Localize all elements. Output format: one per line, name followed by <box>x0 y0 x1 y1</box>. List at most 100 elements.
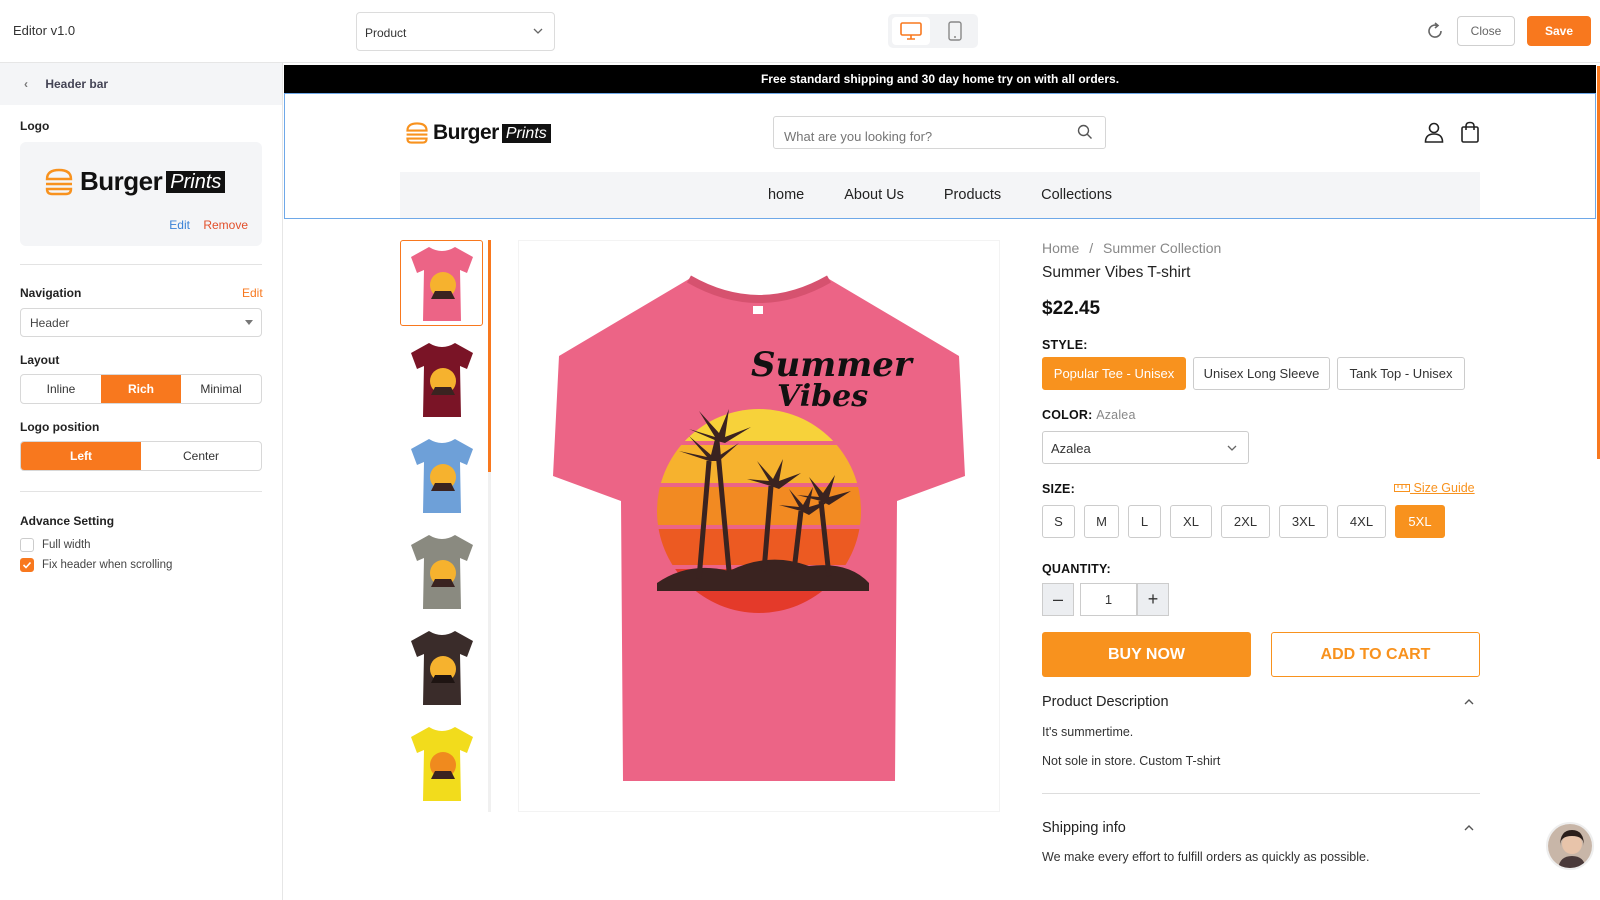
thumbnail[interactable] <box>400 432 483 518</box>
logo-position-segmented: Left Center <box>20 441 262 471</box>
layout-option-minimal[interactable]: Minimal <box>181 375 261 403</box>
nav-item-collections[interactable]: Collections <box>1041 187 1112 203</box>
desktop-view-button[interactable] <box>892 17 930 45</box>
shirt-print-subtitle: Vibes <box>777 379 868 414</box>
thumbnail[interactable] <box>400 624 483 710</box>
full-width-checkbox[interactable] <box>20 538 34 552</box>
buy-now-button[interactable]: BUY NOW <box>1042 632 1251 677</box>
product-title: Summer Vibes T-shirt <box>1042 264 1191 281</box>
description-line: Not sole in store. Custom T-shirt <box>1042 754 1221 768</box>
ruler-icon <box>1394 484 1410 492</box>
thumbnail[interactable] <box>400 720 483 806</box>
style-option[interactable]: Unisex Long Sleeve <box>1193 357 1330 390</box>
panel-header: ‹ Header bar <box>0 63 282 105</box>
size-option[interactable]: M <box>1084 505 1119 538</box>
size-option[interactable]: 4XL <box>1337 505 1386 538</box>
shopping-bag-icon[interactable] <box>1460 121 1480 143</box>
tshirt-thumbnail <box>410 535 473 609</box>
style-option[interactable]: Popular Tee - Unisex <box>1042 357 1186 390</box>
color-select-value: Azalea <box>1051 441 1091 456</box>
logo-actions: Edit Remove <box>169 218 248 232</box>
size-guide-link[interactable]: Size Guide <box>1394 481 1475 495</box>
fix-header-option[interactable]: Fix header when scrolling <box>20 558 172 572</box>
layout-option-rich[interactable]: Rich <box>101 375 181 403</box>
size-option[interactable]: 3XL <box>1279 505 1328 538</box>
store-preview: Free standard shipping and 30 day home t… <box>284 65 1600 900</box>
navigation-select[interactable]: Header <box>20 308 262 337</box>
store-navigation: home About Us Products Collections <box>400 172 1480 218</box>
nav-item-products[interactable]: Products <box>944 187 1001 203</box>
reset-icon[interactable] <box>1424 20 1446 42</box>
add-to-cart-button[interactable]: ADD TO CART <box>1271 632 1480 677</box>
thumbnail-scroll-handle[interactable] <box>488 240 491 472</box>
navigation-value: Header <box>30 316 70 330</box>
save-button[interactable]: Save <box>1527 16 1591 46</box>
tshirt-thumbnail <box>410 247 473 321</box>
description-line: It's summertime. <box>1042 725 1134 739</box>
size-option[interactable]: 5XL <box>1395 505 1445 538</box>
shipping-info-toggle[interactable]: Shipping info <box>1042 820 1126 836</box>
navigation-edit-link[interactable]: Edit <box>242 286 263 300</box>
logo-card: Burger Prints Edit Remove <box>20 142 262 246</box>
desktop-icon <box>900 22 922 40</box>
thumbnail[interactable] <box>400 528 483 614</box>
nav-item-about[interactable]: About Us <box>844 187 904 203</box>
size-option[interactable]: L <box>1128 505 1161 538</box>
color-label-value: Azalea <box>1096 408 1136 422</box>
layout-option-inline[interactable]: Inline <box>21 375 101 403</box>
caret-down-icon <box>245 320 253 325</box>
tshirt-thumbnail <box>410 343 473 417</box>
breadcrumb-collection[interactable]: Summer Collection <box>1103 240 1221 256</box>
shipping-line: We make every effort to fulfill orders a… <box>1042 850 1370 864</box>
device-toggle <box>888 14 978 48</box>
logo-remove-link[interactable]: Remove <box>203 218 248 232</box>
avatar[interactable] <box>1546 822 1594 870</box>
breadcrumb-home[interactable]: Home <box>1042 240 1079 256</box>
size-guide-label: Size Guide <box>1413 481 1475 495</box>
quantity-increase-button[interactable]: + <box>1137 583 1169 616</box>
panel-title: Header bar <box>45 77 109 91</box>
settings-panel: ‹ Header bar Logo Burger Prints Edit Rem… <box>0 63 283 900</box>
chevron-up-icon[interactable] <box>1463 696 1475 708</box>
announcement-bar: Free standard shipping and 30 day home t… <box>284 65 1596 93</box>
logo-label: Logo <box>20 119 50 133</box>
brand-word: Burger <box>433 121 499 144</box>
divider <box>1042 793 1480 794</box>
quantity-decrease-button[interactable]: – <box>1042 583 1074 616</box>
chevron-up-icon[interactable] <box>1463 822 1475 834</box>
user-icon[interactable] <box>1423 121 1445 143</box>
checkmark-icon <box>22 561 32 569</box>
logo-position-center[interactable]: Center <box>141 442 261 470</box>
divider <box>20 264 262 265</box>
layout-segmented: Inline Rich Minimal <box>20 374 262 404</box>
logo-preview: Burger Prints <box>44 166 226 197</box>
size-option[interactable]: S <box>1042 505 1075 538</box>
page-type-select[interactable]: Product <box>356 12 555 51</box>
tshirt-thumbnail <box>410 727 473 801</box>
thumbnail[interactable] <box>400 240 483 326</box>
search-icon[interactable] <box>1077 124 1093 140</box>
quantity-label: QUANTITY: <box>1042 562 1111 576</box>
size-option[interactable]: 2XL <box>1221 505 1270 538</box>
color-select[interactable]: Azalea <box>1042 431 1249 464</box>
mobile-view-button[interactable] <box>936 17 974 45</box>
tshirt-image: Summer Vibes <box>553 275 965 781</box>
product-description-toggle[interactable]: Product Description <box>1042 694 1169 710</box>
size-option[interactable]: XL <box>1170 505 1212 538</box>
thumbnail[interactable] <box>400 336 483 422</box>
store-logo[interactable]: Burger Prints <box>405 121 551 145</box>
full-width-option[interactable]: Full width <box>20 538 91 552</box>
chevron-down-icon <box>1227 445 1237 451</box>
logo-position-left[interactable]: Left <box>21 442 141 470</box>
logo-edit-link[interactable]: Edit <box>169 218 190 232</box>
main-product-image: Summer Vibes <box>518 240 1000 812</box>
nav-item-home[interactable]: home <box>768 187 804 203</box>
fix-header-checkbox[interactable] <box>20 558 34 572</box>
navigation-label: Navigation <box>20 286 82 300</box>
store-search-input[interactable] <box>773 116 1106 149</box>
style-option[interactable]: Tank Top - Unisex <box>1337 357 1465 390</box>
quantity-input[interactable]: 1 <box>1080 583 1137 616</box>
back-chevron-icon[interactable]: ‹ <box>24 77 28 91</box>
logo-position-label: Logo position <box>20 420 100 434</box>
close-button[interactable]: Close <box>1457 16 1515 46</box>
